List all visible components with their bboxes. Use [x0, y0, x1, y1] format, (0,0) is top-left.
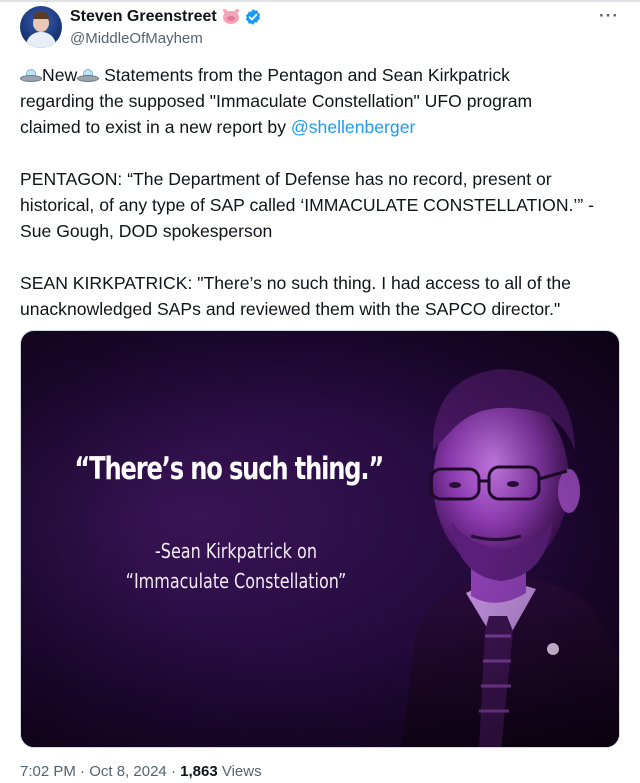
tweet-line-text: claimed to exist in a new report by [20, 117, 291, 137]
tweet-line: regarding the supposed "Immaculate Const… [20, 91, 533, 111]
flying-saucer-emoji-icon [77, 68, 100, 84]
tweet-text: New Statements from the Pentagon and Sea… [20, 62, 630, 322]
tweet-line-text: Statements from the Pentagon and Sean Ki… [99, 65, 510, 85]
tweet-line: New Statements from the Pentagon and Sea… [20, 62, 630, 88]
avatar[interactable] [20, 6, 62, 48]
top-divider [0, 0, 640, 2]
meta-separator: · [166, 763, 181, 780]
pig-emoji-icon [222, 9, 240, 25]
views-count: 1,863 [180, 763, 218, 780]
new-label: New [42, 65, 78, 85]
tweet-time[interactable]: 7:02 PM [20, 763, 76, 780]
attribution-line: -Sean Kirkpatrick on [155, 539, 317, 563]
image-attribution: -Sean Kirkpatrick on “Immaculate Constel… [91, 536, 381, 596]
flying-saucer-emoji-icon [20, 68, 42, 84]
views-label: Views [217, 763, 262, 780]
attribution-line: “Immaculate Constellation” [125, 569, 347, 593]
tweet-line: PENTAGON: “The Department of Defense has… [20, 169, 552, 189]
meta-separator: · [75, 763, 90, 780]
tweet-date[interactable]: Oct 8, 2024 [89, 763, 167, 780]
author-display-name[interactable]: Steven Greenstreet [70, 8, 217, 26]
tweet-line: claimed to exist in a new report by @she… [20, 114, 630, 140]
author-handle[interactable]: @MiddleOfMayhem [70, 30, 262, 47]
tweet-meta: 7:02 PM · Oct 8, 2024 · 1,863 Views [20, 763, 262, 780]
tweet-line: unacknowledged SAPs and reviewed them wi… [20, 299, 561, 319]
tweet-line: Sue Gough, DOD spokesperson [20, 221, 273, 241]
tweet-media-image[interactable]: “There’s no such thing.” -Sean Kirkpatri… [20, 330, 620, 748]
more-options-icon[interactable]: ··· [599, 6, 619, 26]
tweet-line: SEAN KIRKPATRICK: "There’s no such thing… [20, 273, 571, 293]
verified-badge-icon [245, 9, 260, 25]
mention-link[interactable]: @shellenberger [291, 117, 415, 137]
tweet-header: Steven Greenstreet @MiddleOfMayhem ··· [20, 6, 625, 50]
author-block: Steven Greenstreet @MiddleOfMayhem [70, 6, 262, 47]
tweet-line: historical, of any type of SAP called ‘I… [20, 195, 594, 215]
image-quote-text: “There’s no such thing.” [74, 451, 384, 487]
